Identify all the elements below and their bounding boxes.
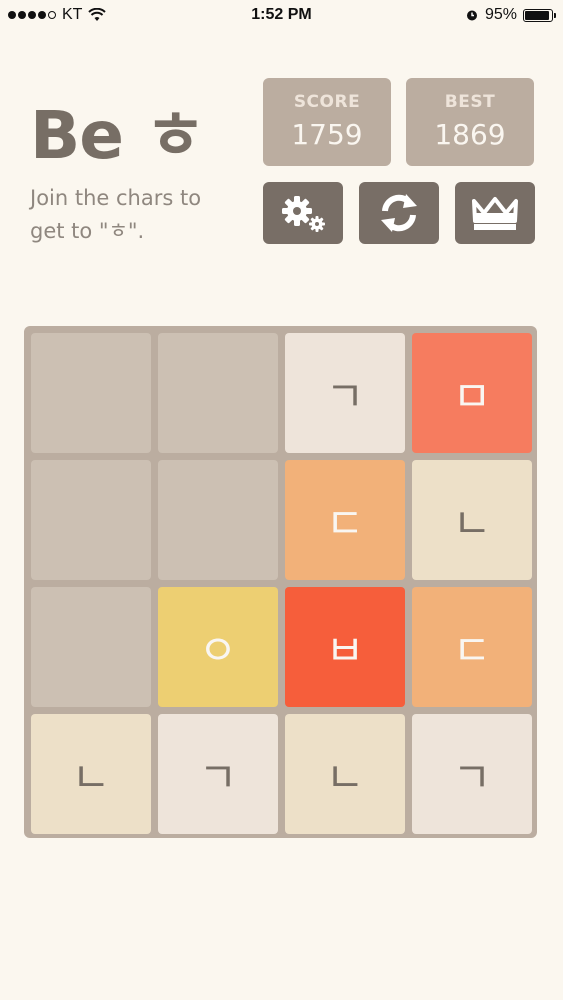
gear-icon <box>282 196 325 232</box>
game-title: Be ㅎ <box>30 97 206 174</box>
restart-button[interactable] <box>359 182 439 244</box>
empty-cell <box>31 460 151 580</box>
board-tile: ㄱ <box>158 714 278 834</box>
instructions-line-2: get to "ㅎ". <box>30 219 145 243</box>
empty-cell <box>158 460 278 580</box>
board-tile: ㅇ <box>158 587 278 707</box>
instructions-line-1: Join the chars to <box>30 186 202 210</box>
empty-cell <box>158 333 278 453</box>
best-score-box: BEST 1869 <box>406 78 534 166</box>
battery-percent: 95% <box>484 6 517 23</box>
best-label: BEST <box>444 92 496 112</box>
board-tile: ㅂ <box>285 587 405 707</box>
settings-button[interactable] <box>263 182 343 244</box>
board-tile: ㅁ <box>412 333 532 453</box>
board-tile: ㄱ <box>285 333 405 453</box>
empty-cell <box>31 587 151 707</box>
game-board[interactable]: ㄱㅁㄷㄴㅇㅂㄷㄴㄱㄴㄱ <box>24 326 537 838</box>
crown-icon <box>472 197 518 230</box>
score-label: SCORE <box>293 92 361 112</box>
board-tile: ㄴ <box>31 714 151 834</box>
game-instructions: Join the chars to get to "ㅎ". <box>30 182 240 248</box>
leaderboard-button[interactable] <box>455 182 535 244</box>
score-value: 1759 <box>291 118 363 151</box>
status-right: 95% <box>465 6 556 24</box>
board-tile: ㄴ <box>285 714 405 834</box>
status-bar: KT 1:52 PM 95% <box>0 0 563 30</box>
empty-cell <box>31 333 151 453</box>
board-tile: ㄷ <box>285 460 405 580</box>
best-value: 1869 <box>434 118 506 151</box>
board-tile: ㄴ <box>412 460 532 580</box>
score-box: SCORE 1759 <box>263 78 391 166</box>
battery-icon <box>523 8 556 22</box>
board-tile: ㄷ <box>412 587 532 707</box>
alarm-icon <box>466 10 477 21</box>
refresh-icon <box>381 194 417 232</box>
board-tile: ㄱ <box>412 714 532 834</box>
